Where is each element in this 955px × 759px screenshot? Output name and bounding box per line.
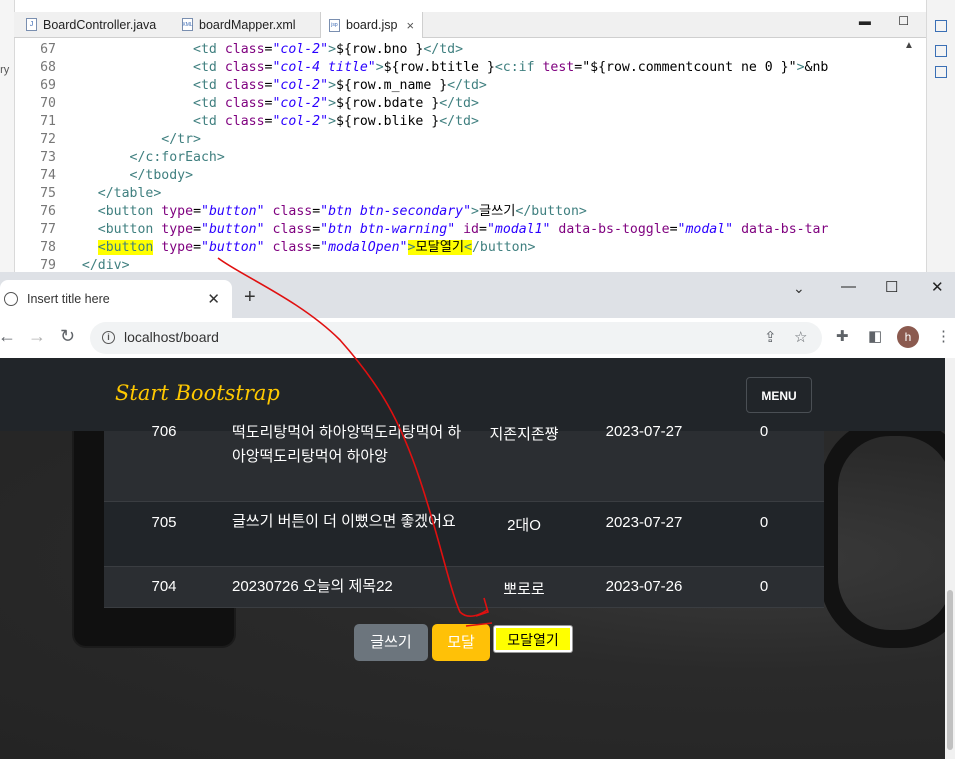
cell-date: 2023-07-27	[605, 423, 683, 440]
code-line: 68 <td class="col-4 title">${row.btitle …	[40, 60, 829, 75]
cell-no: 705	[151, 514, 177, 531]
code-line: 76 <button type="button" class="btn btn-…	[40, 204, 587, 219]
scroll-up-icon[interactable]: ▲	[904, 40, 914, 51]
browser-tab-title: Insert title here	[27, 292, 110, 306]
code-line: 77 <button type="button" class="btn btn-…	[40, 222, 829, 237]
close-icon[interactable]: ×	[406, 18, 414, 33]
close-window-button[interactable]: ✕	[931, 278, 944, 296]
scrollbar-thumb[interactable]	[947, 590, 953, 750]
cell-no: 706	[151, 423, 177, 440]
cell-no: 704	[151, 578, 177, 595]
cell-like: 0	[759, 514, 769, 531]
code-line-highlighted: 78 <button type="button" class="modalOpe…	[40, 240, 536, 255]
java-file-icon: J	[26, 18, 37, 31]
table-row[interactable]: 704 20230726 오늘의 제목22 뽀로로 2023-07-26 0	[104, 567, 824, 608]
browser-window: Insert title here ✕ + ⌄ — ☐ ✕ ← → ↻ i lo…	[0, 272, 955, 759]
close-icon[interactable]: ✕	[207, 290, 220, 308]
address-bar[interactable]: i localhost/board ⇪ ☆	[90, 322, 822, 354]
cell-date: 2023-07-26	[605, 578, 683, 595]
table-row[interactable]: 706 떡도리탕먹어 하아앙떡도리탕먹어 하아앙떡도리탕먹어 하아앙 지존지존쨩…	[104, 423, 824, 502]
code-line: 67 <td class="col-2">${row.bno }</td>	[40, 42, 464, 57]
page-scrollbar[interactable]	[945, 358, 955, 759]
cell-writer: 지존지존쨩	[489, 426, 559, 443]
browser-toolbar: ← → ↻ i localhost/board ⇪ ☆ ✚ ◧ h ⋮	[0, 318, 955, 359]
browser-tab-strip: Insert title here ✕ + ⌄ — ☐ ✕	[0, 272, 955, 318]
outline-icon[interactable]	[935, 45, 947, 57]
cell-like: 0	[759, 423, 769, 440]
background-headphone-image	[820, 418, 945, 648]
code-line: 73 </c:forEach>	[40, 150, 225, 165]
new-tab-button[interactable]: +	[244, 286, 256, 309]
tab-label: boardMapper.xml	[199, 17, 296, 32]
xml-file-icon: XML	[182, 18, 193, 31]
code-line: 74 </tbody>	[40, 168, 194, 183]
avatar[interactable]: h	[897, 326, 919, 348]
browser-tab[interactable]: Insert title here ✕	[0, 280, 232, 318]
brand-logo[interactable]: Start Bootstrap	[115, 381, 280, 405]
modal-button[interactable]: 모달	[432, 624, 490, 661]
code-editor-window: ory J BoardController.java XML boardMapp…	[0, 0, 955, 272]
cell-like: 0	[759, 578, 769, 595]
project-explorer-label: ory	[0, 64, 10, 76]
minimize-button[interactable]: —	[841, 278, 856, 295]
star-icon[interactable]: ☆	[794, 328, 807, 346]
code-line: 70 <td class="col-2">${row.bdate }</td>	[40, 96, 479, 111]
chevron-down-icon[interactable]: ⌄	[793, 280, 805, 297]
kebab-menu-icon[interactable]: ⋮	[936, 327, 951, 345]
code-line: 69 <td class="col-2">${row.m_name }</td>	[40, 78, 487, 93]
cell-title[interactable]: 떡도리탕먹어 하아앙떡도리탕먹어 하아앙떡도리탕먹어 하아앙	[232, 421, 462, 469]
jsp-file-icon: jsp	[329, 18, 340, 32]
cell-title[interactable]: 글쓰기 버튼이 더 이뻤으면 좋겠어요	[232, 510, 462, 534]
url-text[interactable]: localhost/board	[124, 329, 219, 345]
globe-icon	[4, 292, 18, 306]
tab-label: board.jsp	[346, 18, 398, 32]
restore-icon[interactable]	[935, 20, 947, 32]
share-icon[interactable]: ⇪	[764, 328, 777, 346]
modal-open-button[interactable]: 모달열기	[494, 626, 572, 652]
tab-label: BoardController.java	[43, 17, 157, 32]
info-icon[interactable]: i	[102, 331, 115, 344]
menu-button[interactable]: MENU	[746, 377, 812, 413]
table-row[interactable]: 705 글쓰기 버튼이 더 이뻤으면 좋겠어요 2대O 2023-07-27 0	[104, 502, 824, 567]
code-line: 72 </tr>	[40, 132, 201, 147]
editor-tab-bar: J BoardController.java XML boardMapper.x…	[14, 12, 926, 38]
code-line: 75 </table>	[40, 186, 162, 201]
cell-writer: 2대O	[507, 517, 541, 534]
maximize-button[interactable]: ☐	[885, 278, 898, 296]
code-line: 79 </div>	[40, 258, 130, 272]
tab-boardmapper[interactable]: XML boardMapper.xml	[182, 12, 296, 37]
cell-writer: 뽀로로	[503, 581, 545, 598]
cell-date: 2023-07-27	[605, 514, 683, 531]
editor-view-controls[interactable]: ▬ ☐	[859, 14, 921, 28]
write-button[interactable]: 글쓰기	[354, 624, 428, 661]
site-navbar: Start Bootstrap MENU	[0, 358, 945, 431]
forward-icon[interactable]: →	[28, 326, 46, 347]
extensions-icon[interactable]: ✚	[836, 327, 849, 345]
project-explorer-edge: ory	[0, 0, 15, 272]
editor-right-toolbar	[926, 0, 955, 272]
code-area[interactable]: 67 <td class="col-2">${row.bno }</td> 68…	[14, 41, 904, 272]
side-panel-icon[interactable]: ◧	[868, 327, 882, 345]
code-line: 71 <td class="col-2">${row.blike }</td>	[40, 114, 479, 129]
editor-scrollbar[interactable]: ▲	[902, 40, 916, 272]
tab-boardcontroller[interactable]: J BoardController.java	[26, 12, 156, 37]
task-list-icon[interactable]	[935, 66, 947, 78]
page-viewport: Start Bootstrap MENU 706 떡도리탕먹어 하아앙떡도리탕먹…	[0, 358, 945, 759]
back-icon[interactable]: ←	[0, 326, 16, 347]
tab-board-jsp[interactable]: jsp board.jsp ×	[320, 12, 424, 38]
board-table: 706 떡도리탕먹어 하아앙떡도리탕먹어 하아앙떡도리탕먹어 하아앙 지존지존쨩…	[104, 423, 824, 608]
cell-title[interactable]: 20230726 오늘의 제목22	[232, 575, 462, 599]
reload-icon[interactable]: ↻	[60, 326, 75, 347]
